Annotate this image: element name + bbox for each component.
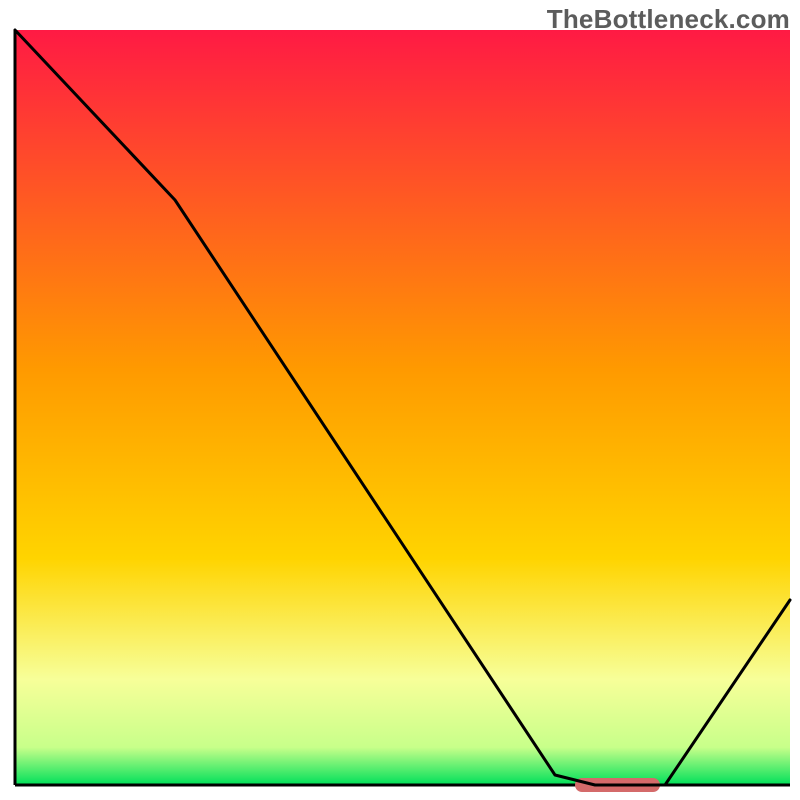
chart-container: TheBottleneck.com <box>0 0 800 800</box>
plot-background <box>15 30 790 785</box>
bottleneck-chart <box>0 0 800 800</box>
